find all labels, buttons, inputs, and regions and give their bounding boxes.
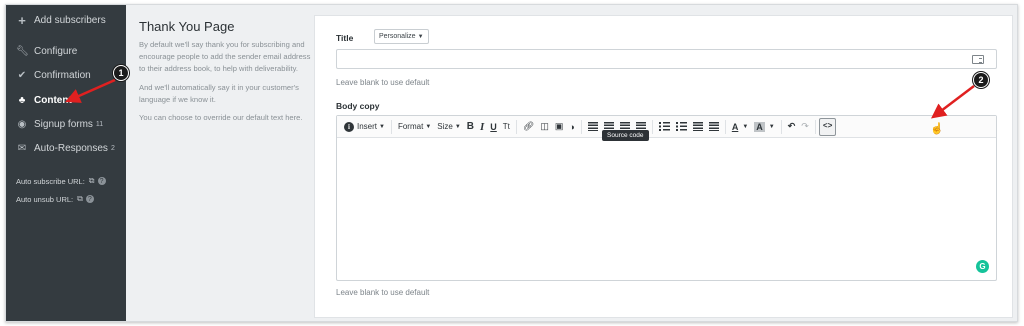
sidebar-item-content[interactable]: ♣ Content: [16, 90, 72, 110]
info-column: Thank You Page By default we'll say than…: [139, 19, 311, 130]
title-input[interactable]: [336, 49, 997, 69]
auto-subscribe-label: Auto subscribe URL:: [16, 176, 85, 186]
sidebar: + Add subscribers 🔧︎ Configure ✔ Confirm…: [6, 5, 126, 321]
toolbar-divider: [390, 119, 392, 134]
format-label: Format: [397, 122, 424, 131]
text-color-icon: A: [731, 121, 739, 132]
bg-color-icon: A: [754, 121, 765, 132]
bullet-list-icon[interactable]: [656, 118, 673, 136]
wrench-icon: 🔧︎: [16, 45, 29, 57]
help-icon[interactable]: ?: [85, 195, 94, 203]
toolbar-divider: [780, 119, 782, 134]
info-paragraph: You can choose to override our default t…: [139, 113, 303, 123]
sidebar-item-label: Confirmation: [34, 69, 91, 81]
count-badge: 11: [95, 120, 104, 128]
caret-down-icon: ▼: [425, 123, 432, 130]
caret-down-icon: ▼: [379, 123, 385, 130]
auto-unsub-url: Auto unsub URL: ⧉ ?: [16, 194, 94, 204]
grammarly-icon[interactable]: G: [976, 260, 989, 273]
italic-button[interactable]: I: [477, 118, 487, 136]
insert-menu[interactable]: i Insert ▼: [341, 118, 388, 136]
help-icon[interactable]: ?: [97, 177, 106, 185]
app-frame: + Add subscribers 🔧︎ Configure ✔ Confirm…: [5, 4, 1018, 322]
copy-icon[interactable]: ⧉: [77, 194, 83, 204]
count-badge: 2: [110, 144, 115, 152]
sidebar-item-label: Configure: [34, 45, 78, 57]
toolbar-divider: [580, 119, 582, 134]
bold-button[interactable]: B: [464, 118, 477, 136]
envelope-icon: ✉: [17, 142, 27, 154]
caret-down-icon: ▼: [454, 123, 461, 130]
body-copy-label: Body copy: [336, 101, 380, 111]
text-color-button[interactable]: A ▼: [729, 118, 751, 136]
sidebar-item-signup-forms[interactable]: ◉ Signup forms 11: [16, 114, 104, 134]
link-icon[interactable]: 🔗︎: [520, 118, 537, 136]
callout-badge-1: 1: [113, 65, 129, 81]
title-hint: Leave blank to use default: [336, 78, 430, 87]
insert-label: Insert: [357, 122, 378, 131]
source-code-button[interactable]: <>: [818, 117, 837, 136]
auto-unsub-label: Auto unsub URL:: [16, 194, 74, 204]
contrast-icon[interactable]: ◑: [566, 118, 577, 136]
callout-badge-2: 2: [973, 72, 989, 88]
toolbar-divider: [724, 119, 726, 134]
cursor-hand-icon: ☝: [930, 123, 944, 135]
align-left-icon[interactable]: [585, 118, 601, 136]
toolbar-divider: [515, 119, 517, 134]
info-paragraph: By default we'll say thank you for subsc…: [139, 40, 311, 74]
numbered-list-icon[interactable]: [673, 118, 690, 136]
title-label: Title: [336, 33, 354, 43]
caret-down-icon: ▼: [742, 123, 749, 130]
format-menu[interactable]: Format ▼: [395, 118, 434, 136]
shapes-icon: ♣: [18, 94, 26, 106]
sidebar-item-auto-responses[interactable]: ✉ Auto-Responses 2: [16, 138, 115, 158]
bg-color-button[interactable]: A ▼: [751, 118, 777, 136]
info-paragraph: And we'll automatically say it in your c…: [139, 82, 299, 104]
personalize-label: Personalize: [379, 33, 416, 40]
size-menu[interactable]: Size ▼: [434, 118, 464, 136]
sidebar-item-configure[interactable]: 🔧︎ Configure: [16, 41, 77, 61]
indent-icon[interactable]: [706, 118, 722, 136]
sidebar-item-label: Content: [34, 94, 72, 106]
underline-button[interactable]: U: [487, 118, 500, 136]
caret-down-icon: ▼: [768, 123, 775, 130]
image-icon[interactable]: ▣: [552, 118, 567, 136]
sidebar-item-label: Signup forms: [34, 118, 93, 130]
text-transform-button[interactable]: Tt: [500, 118, 513, 136]
add-subscribers-label: Add subscribers: [34, 14, 106, 26]
toolbar-divider: [651, 119, 653, 134]
copy-icon[interactable]: ⧉: [89, 176, 95, 186]
form-panel: Title Personalize ▼ Leave blank to use d…: [314, 15, 1013, 318]
body-hint: Leave blank to use default: [336, 288, 430, 297]
video-icon[interactable]: ◫: [537, 118, 552, 136]
auto-subscribe-url: Auto subscribe URL: ⧉ ?: [16, 176, 106, 186]
redo-icon[interactable]: ↷: [798, 118, 812, 136]
editor-toolbar: i Insert ▼ Format ▼ Size ▼ B I U Tt �: [337, 116, 996, 138]
card-icon[interactable]: [972, 55, 984, 64]
target-icon: ◉: [17, 118, 27, 130]
source-code-tooltip: Source code: [602, 130, 649, 141]
add-subscribers-link[interactable]: + Add subscribers: [16, 10, 106, 30]
size-label: Size: [437, 122, 453, 131]
sidebar-item-label: Auto-Responses: [34, 142, 108, 154]
caret-down-icon: ▼: [417, 33, 424, 40]
personalize-dropdown[interactable]: Personalize ▼: [374, 29, 429, 44]
undo-icon[interactable]: ↶: [785, 118, 799, 136]
body-copy-editor[interactable]: i Insert ▼ Format ▼ Size ▼ B I U Tt �: [336, 115, 997, 281]
toolbar-divider: [814, 119, 816, 134]
outdent-icon[interactable]: [690, 118, 706, 136]
sidebar-item-confirmation[interactable]: ✔ Confirmation: [16, 65, 91, 85]
plus-icon: +: [18, 12, 26, 28]
info-icon: i: [344, 121, 354, 132]
page-title: Thank You Page: [139, 19, 235, 34]
check-icon: ✔: [17, 69, 27, 81]
